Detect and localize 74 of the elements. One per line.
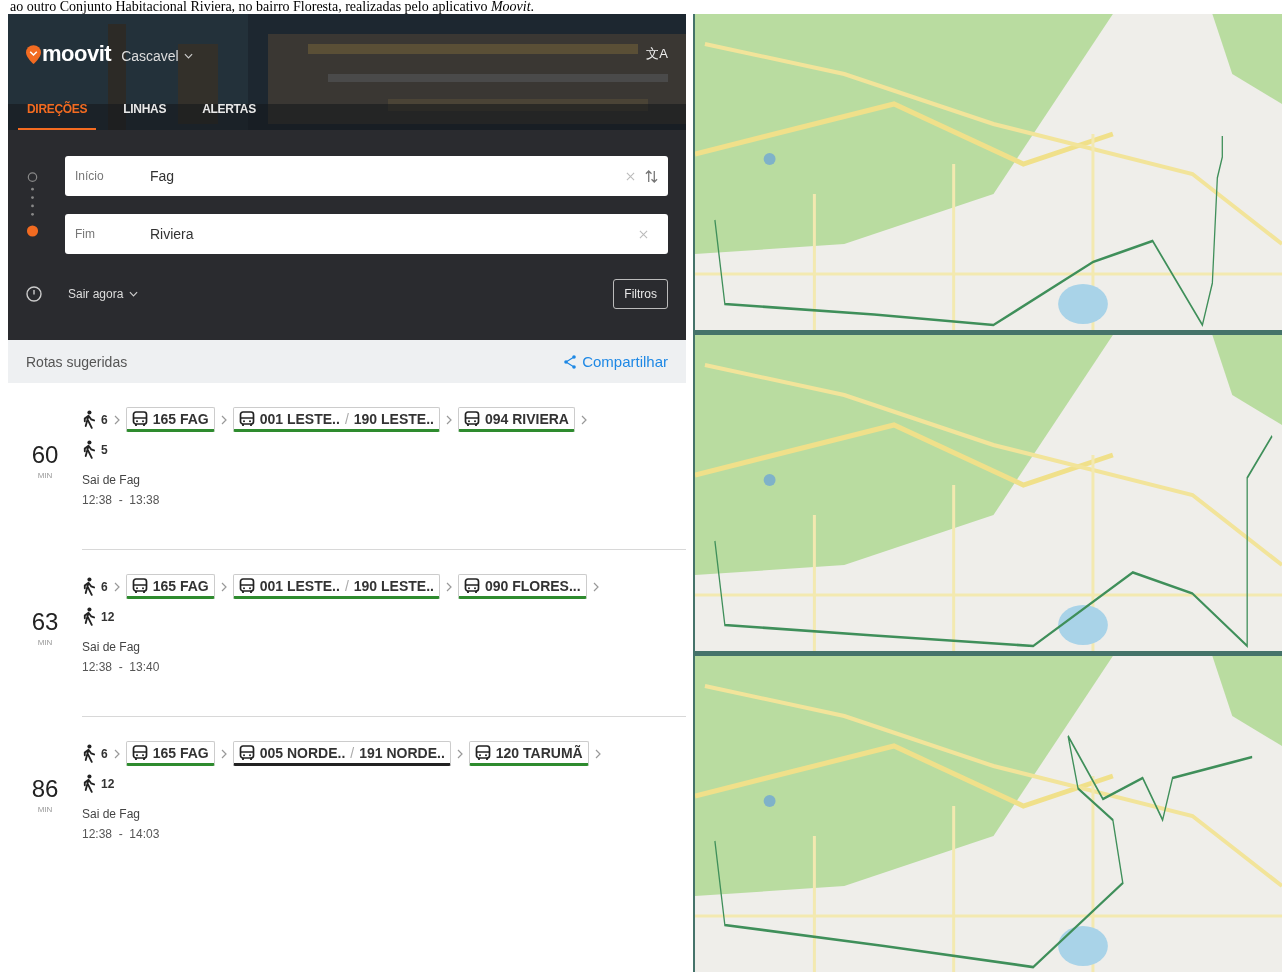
bus-line-chip[interactable]: 094 RIVIERA bbox=[457, 407, 575, 432]
logo-text: moovit bbox=[42, 41, 112, 67]
time-range: 12:38 - 14:03 bbox=[82, 827, 161, 841]
bus-line-chip[interactable]: 165 FAG bbox=[125, 741, 215, 766]
bus-icon bbox=[474, 745, 491, 761]
bus-icon bbox=[131, 578, 148, 594]
chevron-icon bbox=[220, 748, 227, 759]
bus-icon bbox=[131, 411, 148, 427]
walking-person-icon bbox=[82, 410, 95, 429]
chevron-icon bbox=[113, 748, 120, 759]
clear-icon[interactable] bbox=[639, 229, 648, 239]
walk-minutes: 12 bbox=[101, 776, 115, 791]
walking-person-icon bbox=[82, 774, 95, 793]
bus-line-chip[interactable]: 120 TARUMÃ bbox=[468, 741, 589, 766]
origin-text: Sai de Fag bbox=[82, 640, 142, 654]
walk-minutes: 6 bbox=[101, 746, 108, 761]
section-title: Rotas sugeridas bbox=[26, 353, 128, 370]
caret-icon bbox=[183, 53, 193, 59]
duration-text: 86 bbox=[31, 775, 59, 803]
filters-button[interactable]: Filtros bbox=[613, 279, 668, 309]
chevron-icon bbox=[580, 414, 587, 425]
share-icon bbox=[564, 354, 577, 369]
time-range: 12:38 - 13:40 bbox=[82, 660, 161, 674]
bus-line-chip[interactable]: 090 FLORES... bbox=[457, 574, 587, 599]
bus-line-chip[interactable]: 001 LESTE.. / 190 LESTE.. bbox=[232, 574, 440, 599]
bus-icon bbox=[463, 578, 480, 594]
tab[interactable]: LINHAS bbox=[114, 94, 176, 130]
translate-button[interactable]: 文A bbox=[646, 45, 668, 63]
caption-text: ao outro Conjunto Habitacional Riviera, no bairro Floresta, realizadas pelo aplicativo Moovit. bbox=[9, 0, 536, 14]
caret-icon bbox=[129, 291, 139, 297]
bus-line-chip[interactable]: 001 LESTE.. / 190 LESTE.. bbox=[232, 407, 440, 432]
swap-icon[interactable] bbox=[645, 169, 658, 183]
walking-person-icon bbox=[82, 744, 95, 763]
bus-icon bbox=[238, 411, 255, 427]
city-selector[interactable]: Cascavel bbox=[121, 48, 193, 64]
bus-line-chip[interactable]: 165 FAG bbox=[125, 574, 215, 599]
route-dots-icon bbox=[26, 170, 39, 240]
walk-minutes: 6 bbox=[101, 579, 108, 594]
duration-text: 60 bbox=[31, 441, 59, 469]
start-field[interactable]: Início Fag bbox=[65, 156, 668, 196]
chevron-icon bbox=[456, 748, 463, 759]
duration-unit: MIN bbox=[37, 805, 53, 814]
origin-text: Sai de Fag bbox=[82, 473, 142, 487]
walking-person-icon bbox=[82, 577, 95, 596]
duration-unit: MIN bbox=[37, 471, 53, 480]
duration-unit: MIN bbox=[37, 638, 53, 647]
clear-icon[interactable] bbox=[626, 171, 635, 181]
chevron-icon bbox=[594, 748, 601, 759]
chevron-icon bbox=[220, 414, 227, 425]
walking-person-icon bbox=[82, 607, 95, 626]
chevron-icon bbox=[445, 414, 452, 425]
bus-icon bbox=[463, 411, 480, 427]
bus-icon bbox=[238, 578, 255, 594]
bus-icon bbox=[238, 745, 255, 761]
bus-line-chip[interactable]: 005 NORDE.. / 191 NORDE.. bbox=[232, 741, 451, 766]
end-field[interactable]: Fim Riviera bbox=[65, 214, 668, 254]
time-range: 12:38 - 13:38 bbox=[82, 493, 161, 507]
chevron-icon bbox=[113, 581, 120, 592]
tab[interactable]: ALERTAS bbox=[193, 94, 265, 130]
chevron-icon bbox=[445, 581, 452, 592]
chevron-icon bbox=[592, 581, 599, 592]
walk-minutes: 12 bbox=[101, 609, 115, 624]
bus-icon bbox=[131, 745, 148, 761]
location-pin-icon bbox=[26, 44, 41, 64]
duration-text: 63 bbox=[31, 608, 59, 636]
chevron-icon bbox=[113, 414, 120, 425]
clock-icon bbox=[26, 286, 42, 302]
chevron-icon bbox=[220, 581, 227, 592]
walking-person-icon bbox=[82, 440, 95, 459]
bus-line-chip[interactable]: 165 FAG bbox=[125, 407, 215, 432]
walk-minutes: 5 bbox=[101, 442, 108, 457]
origin-text: Sai de Fag bbox=[82, 807, 142, 821]
departure-time-dropdown[interactable]: Sair agora bbox=[68, 287, 139, 301]
walk-minutes: 6 bbox=[101, 412, 108, 427]
